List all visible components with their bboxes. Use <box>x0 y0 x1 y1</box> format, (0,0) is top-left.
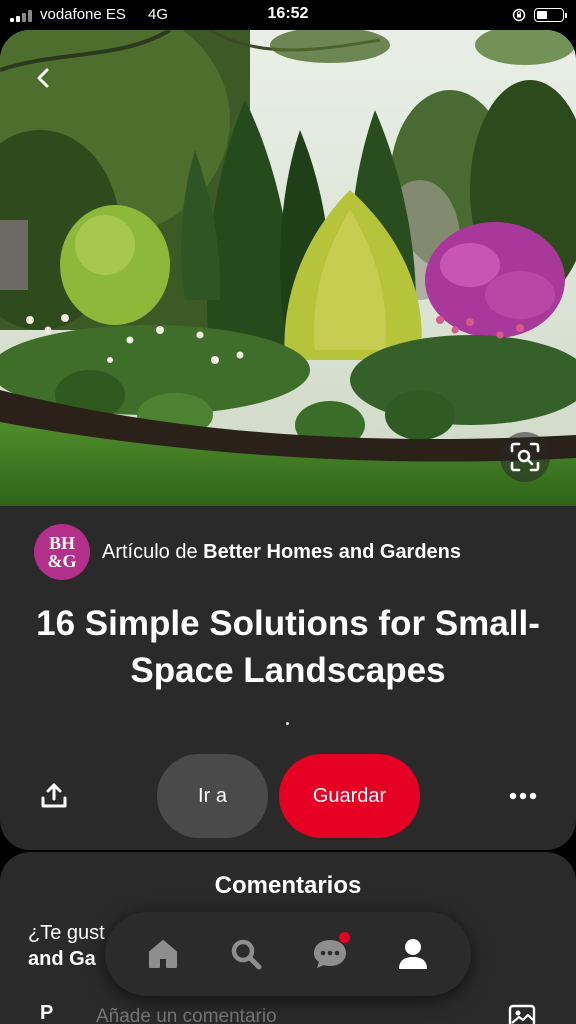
battery-icon <box>534 8 567 22</box>
notification-dot <box>338 932 350 943</box>
pin-card: BH &G Artículo de Better Homes and Garde… <box>0 30 576 850</box>
visual-search-icon <box>510 442 540 472</box>
search-icon <box>232 939 262 970</box>
clock: 16:52 <box>267 5 309 22</box>
source-logo[interactable]: BH &G <box>34 524 90 580</box>
image-attach-icon[interactable] <box>508 1004 536 1024</box>
more-options-button[interactable] <box>498 772 548 820</box>
home-icon <box>148 940 177 968</box>
back-button[interactable] <box>18 52 70 104</box>
nav-messages[interactable] <box>300 924 360 984</box>
garden-photo-icon <box>0 30 576 506</box>
avatar: P <box>40 1002 54 1024</box>
source-prefix: Artículo de <box>102 540 204 563</box>
share-button[interactable] <box>28 770 80 822</box>
nav-search[interactable] <box>216 924 276 984</box>
nav-home[interactable] <box>133 924 193 984</box>
more-icon <box>509 792 537 800</box>
source-row[interactable]: BH &G Artículo de Better Homes and Garde… <box>34 524 461 580</box>
source-name[interactable]: Better Homes and Gardens <box>203 541 461 563</box>
save-button[interactable]: Guardar <box>279 754 420 838</box>
logo-line-2: &G <box>47 551 77 571</box>
logo-line-1: BH <box>48 533 75 553</box>
comments-title: Comentarios <box>214 872 362 899</box>
pin-image[interactable] <box>0 30 576 506</box>
source-attribution[interactable]: Artículo de Better Homes and Gardens <box>102 541 461 564</box>
bottom-nav <box>105 912 471 996</box>
visit-button[interactable]: Ir a <box>157 754 268 838</box>
comment-input[interactable] <box>96 1006 476 1024</box>
pin-title: 16 Simple Solutions for Small-Space Land… <box>36 604 540 690</box>
profile-icon <box>399 939 428 969</box>
status-bar: vodafone ES 4G 16:52 <box>0 0 576 30</box>
visual-search-button[interactable] <box>500 432 550 482</box>
chevron-left-icon <box>37 68 49 88</box>
description-dot <box>286 722 289 725</box>
rotation-lock-icon <box>512 8 526 22</box>
nav-profile[interactable] <box>383 924 443 984</box>
share-icon <box>41 783 67 808</box>
